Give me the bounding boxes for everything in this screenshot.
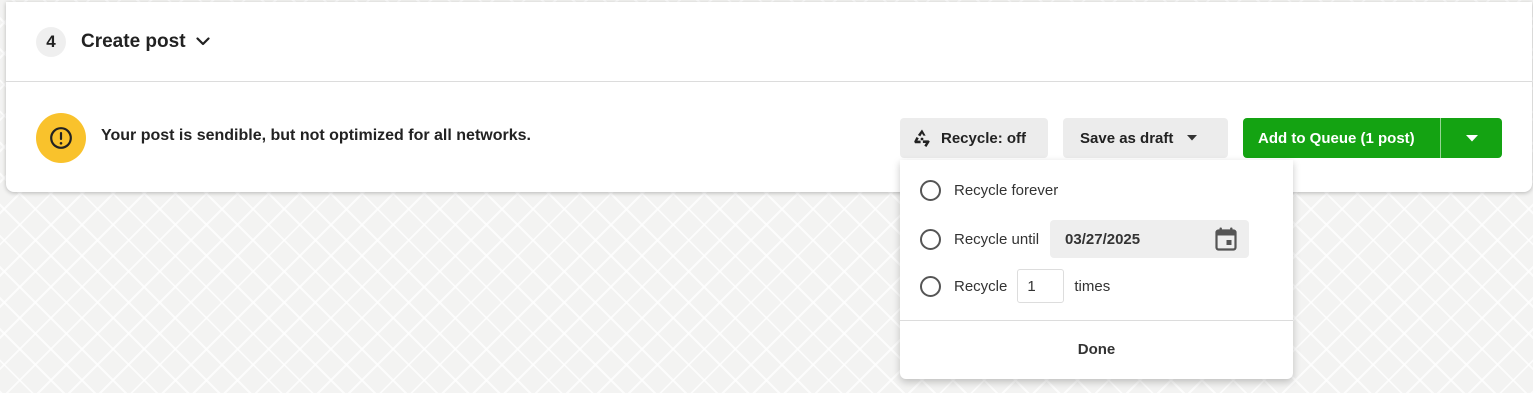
recycle-times-input[interactable] — [1017, 269, 1065, 303]
recycle-status-label: Recycle: off — [941, 129, 1027, 147]
create-post-card: 4 Create post Your post is sendible, but… — [6, 2, 1532, 192]
recycle-forever-radio[interactable] — [920, 180, 941, 201]
queue-options-dropdown-button[interactable] — [1441, 118, 1502, 158]
save-as-draft-button[interactable]: Save as draft — [1063, 118, 1228, 158]
recycle-options-popover: Recycle forever Recycle until 03/27/2025… — [900, 160, 1293, 379]
chevron-down-icon[interactable] — [195, 37, 210, 46]
recycle-until-date-field[interactable]: 03/27/2025 — [1050, 220, 1250, 258]
step-number-badge: 4 — [36, 26, 66, 57]
recycle-times-suffix-label: times — [1074, 277, 1111, 295]
create-post-header[interactable]: 4 Create post — [6, 2, 1532, 82]
recycle-until-date-value: 03/27/2025 — [1065, 230, 1141, 248]
page-title[interactable]: Create post — [81, 31, 186, 53]
recycle-forever-option[interactable]: Recycle forever — [920, 180, 1058, 201]
caret-down-icon — [1187, 135, 1198, 141]
recycle-toggle-button[interactable]: Recycle: off — [900, 118, 1048, 158]
recycle-times-option[interactable]: Recycle times — [920, 269, 1110, 303]
calendar-icon[interactable] — [1215, 227, 1237, 251]
exclamation-circle-icon — [36, 113, 86, 163]
add-to-queue-button[interactable]: Add to Queue (1 post) — [1243, 118, 1441, 158]
recycle-forever-label: Recycle forever — [954, 182, 1059, 199]
recycle-until-radio[interactable] — [920, 228, 941, 250]
recycle-until-label: Recycle until — [954, 230, 1040, 248]
recycle-times-radio[interactable] — [920, 275, 941, 297]
save-as-draft-label: Save as draft — [1080, 129, 1174, 147]
optimization-warning-text: Your post is sendible, but not optimized… — [101, 127, 531, 144]
recycle-until-option[interactable]: Recycle until 03/27/2025 — [920, 220, 1250, 258]
done-button[interactable]: Done — [900, 321, 1293, 377]
recycle-icon — [912, 128, 932, 148]
recycle-times-prefix-label: Recycle — [954, 277, 1008, 295]
caret-down-icon — [1465, 134, 1478, 142]
post-action-bar: Your post is sendible, but not optimized… — [6, 82, 1532, 190]
